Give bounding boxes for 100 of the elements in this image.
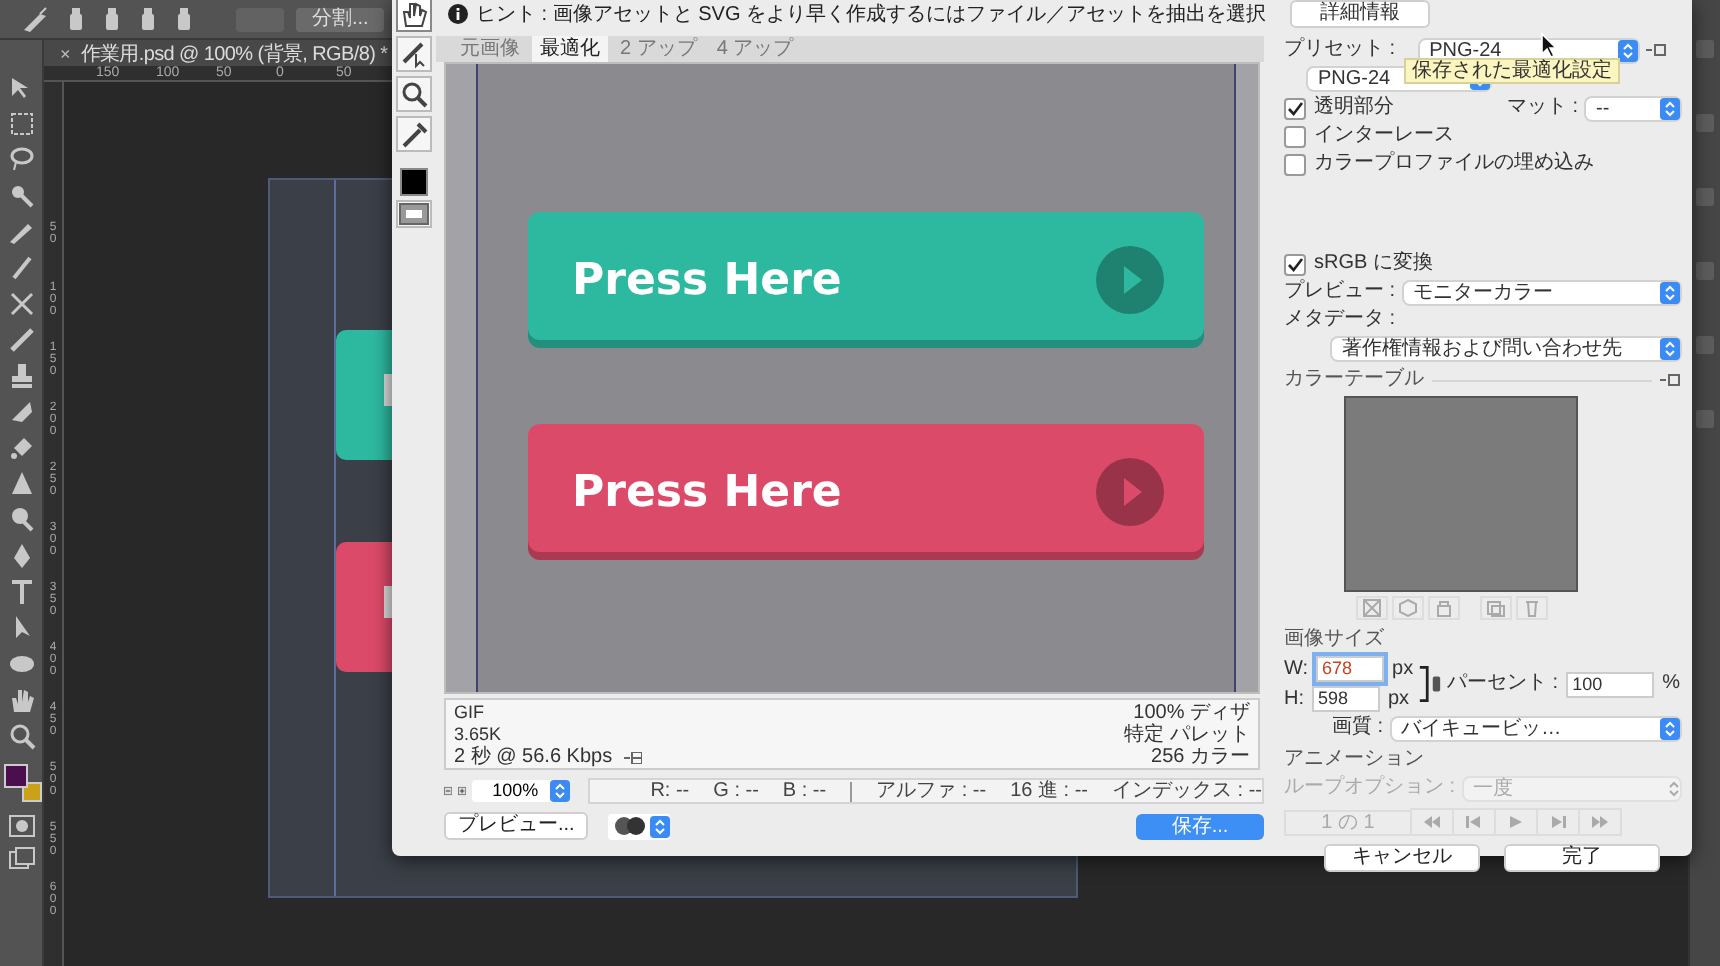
- slice-visibility-icon[interactable]: [396, 200, 432, 228]
- button-label: Press Here: [572, 467, 842, 517]
- readout-text: 16 進 : --: [1010, 780, 1088, 802]
- checkbox[interactable]: [1284, 253, 1306, 275]
- foreground-color-swatch[interactable]: [3, 764, 27, 788]
- height-field[interactable]: 598: [1312, 686, 1380, 712]
- checkbox[interactable]: [1284, 97, 1306, 119]
- file-info-text: GIF: [454, 702, 486, 724]
- readout-text: B : --: [782, 780, 827, 802]
- menu-icon[interactable]: [1660, 374, 1680, 386]
- field-label: W:: [1284, 657, 1309, 681]
- color-table-button[interactable]: [1480, 596, 1512, 620]
- menu-icon[interactable]: [624, 751, 643, 763]
- percent-field[interactable]: 100: [1566, 671, 1655, 697]
- trash-icon: [1522, 598, 1542, 618]
- checkbox-label: 透明部分: [1314, 96, 1394, 120]
- stepper-icon: [1660, 281, 1680, 303]
- button-graphic: [336, 330, 392, 460]
- color-info-text: 特定 パレット: [1124, 724, 1250, 746]
- document-title: 作業用.psd @ 100% (背景, RGB/8) *: [80, 41, 388, 66]
- play-icon: [1096, 458, 1164, 526]
- color-info-text: 256 カラー: [1151, 746, 1250, 768]
- zoom-in-icon[interactable]: [458, 782, 467, 800]
- field-label: 画質 :: [1332, 716, 1384, 740]
- stepper-icon: [1660, 717, 1680, 739]
- play-icon: [1506, 814, 1526, 830]
- cube-icon: [1398, 598, 1418, 618]
- view-tab[interactable]: 最適化: [532, 36, 608, 62]
- checkbox[interactable]: [1284, 125, 1306, 147]
- button-label: Press Here: [572, 255, 842, 305]
- last-frame-icon: [1590, 814, 1610, 830]
- split-button[interactable]: 分割...: [296, 7, 385, 31]
- new-color-icon: [1486, 598, 1506, 618]
- color-table-button[interactable]: [1516, 596, 1548, 620]
- slice-select-icon[interactable]: [396, 36, 432, 72]
- frame-counter: 1 の 1: [1284, 809, 1412, 835]
- eyedropper-color-swatch[interactable]: [400, 168, 428, 196]
- field-label: プレビュー :: [1284, 280, 1396, 304]
- close-button[interactable]: ×: [60, 43, 71, 63]
- section-title: 画像サイズ: [1284, 628, 1384, 652]
- info-icon: [448, 4, 468, 24]
- readout-text: アルファ : --: [876, 780, 987, 802]
- field-label: ループオプション :: [1284, 776, 1456, 800]
- zoom-out-icon[interactable]: [444, 782, 453, 800]
- matte-select[interactable]: --: [1586, 97, 1680, 119]
- menu-icon[interactable]: [1645, 44, 1666, 56]
- file-info-text: 2 秒 @ 56.6 Kbps: [454, 746, 613, 768]
- screen-mode-icon[interactable]: [5, 844, 37, 872]
- link-icon[interactable]: [1417, 662, 1444, 706]
- hand-icon[interactable]: [396, 0, 432, 32]
- zoom-select[interactable]: 100%: [472, 780, 571, 802]
- more-info-button[interactable]: 詳細情報: [1290, 0, 1431, 28]
- field-label: プリセット :: [1284, 38, 1396, 62]
- first-frame-icon: [1422, 814, 1442, 830]
- section-title: アニメーション: [1284, 748, 1424, 772]
- next-frame-icon: [1548, 814, 1568, 830]
- checkbox[interactable]: [1284, 153, 1306, 175]
- done-button[interactable]: 完了: [1504, 844, 1660, 872]
- color-table-button[interactable]: [1428, 596, 1460, 620]
- browser-icon: [614, 816, 647, 836]
- browser-select[interactable]: [608, 813, 671, 839]
- stepper-icon: [1617, 39, 1638, 61]
- stepper-icon: [1668, 779, 1680, 797]
- quality-select[interactable]: バイキュービッ…: [1391, 717, 1680, 739]
- stepper-icon: [1660, 337, 1680, 359]
- color-table-button[interactable]: [1392, 596, 1424, 620]
- field-label: マット :: [1506, 96, 1578, 120]
- readout-text: G : --: [713, 780, 759, 802]
- color-table-button[interactable]: [1356, 596, 1388, 620]
- unit-label: px: [1388, 687, 1410, 711]
- checkbox-label: カラープロファイルの埋め込み: [1314, 152, 1594, 176]
- stepper-icon: [550, 780, 571, 802]
- stepper-icon: [650, 815, 671, 837]
- zoom-icon[interactable]: [396, 76, 432, 112]
- color-info-text: 100% ディザ: [1133, 702, 1250, 724]
- brush-icon[interactable]: [20, 5, 52, 33]
- readout-text: インデックス : --: [1112, 780, 1262, 802]
- checkbox-label: sRGB に変換: [1314, 252, 1433, 276]
- lock-icon: [1434, 598, 1454, 618]
- play-icon: [1096, 246, 1164, 314]
- button-graphic: [336, 542, 392, 672]
- stepper-icon: [1660, 97, 1680, 119]
- map-icon: [1362, 598, 1382, 618]
- metadata-select[interactable]: 著作権情報および問い合わせ先: [1332, 337, 1680, 359]
- preview-button[interactable]: プレビュー...: [444, 812, 589, 840]
- tooltip: 保存された最適化設定: [1404, 58, 1620, 84]
- zoom-icon[interactable]: [5, 720, 37, 752]
- unit-label: px: [1392, 657, 1414, 681]
- field-label: メタデータ :: [1284, 308, 1396, 332]
- file-info-text: 3.65K: [454, 724, 504, 745]
- width-field[interactable]: 678: [1316, 656, 1385, 682]
- field-label: H:: [1284, 687, 1304, 711]
- section-title: カラーテーブル: [1284, 368, 1424, 392]
- previous-frame-icon: [1464, 814, 1484, 830]
- cancel-button[interactable]: キャンセル: [1324, 844, 1480, 872]
- mask-icon[interactable]: [5, 812, 37, 840]
- preview-select[interactable]: モニターカラー: [1403, 281, 1680, 303]
- readout-text: R: --: [650, 780, 690, 802]
- unit-label: %: [1662, 672, 1680, 696]
- hint-text: ヒント : 画像アセットと SVG をより早く作成するにはファイル／アセットを抽出を選択: [476, 1, 1267, 28]
